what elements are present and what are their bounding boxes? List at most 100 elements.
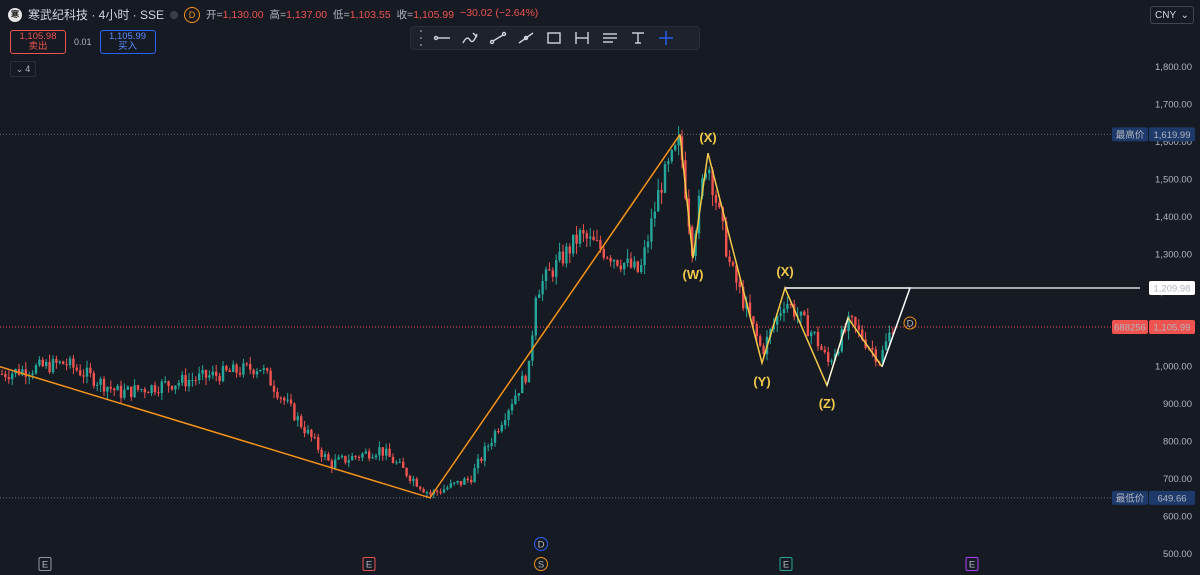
orange-trend-line[interactable] xyxy=(0,134,681,499)
candle-body xyxy=(215,371,218,376)
y-tick-label: 700.00 xyxy=(1163,474,1192,485)
candle-body xyxy=(337,457,340,460)
candle-body xyxy=(79,370,82,376)
candle-body xyxy=(504,419,507,426)
symbol-logo-icon[interactable]: 寒 xyxy=(8,7,22,22)
candle-body xyxy=(62,361,65,365)
level-price-tag-value: 1,209.98 xyxy=(1154,284,1191,295)
candle-body xyxy=(592,236,595,241)
dividend-badge[interactable]: D xyxy=(184,6,201,23)
ohlc-values: 开=1,130.00 高=1,137.00 低=1,103.55 收=1,105… xyxy=(206,7,538,22)
y-tick-label: 1,500.00 xyxy=(1155,174,1192,185)
indicator-count: 4 xyxy=(25,64,31,74)
indicators-toggle-button[interactable]: ⌄ 4 xyxy=(10,61,36,77)
y-tick-label: 800.00 xyxy=(1163,437,1192,448)
candle-body xyxy=(595,240,599,242)
candle-body xyxy=(181,375,184,383)
candle-body xyxy=(653,211,656,219)
candle-body xyxy=(541,281,544,295)
current-price-tag-label: 688256 xyxy=(1114,322,1146,333)
candle-body xyxy=(476,458,480,469)
candle-body xyxy=(334,459,337,468)
candle-body xyxy=(544,269,548,282)
y-tick-label: 500.00 xyxy=(1163,549,1192,560)
candle-body xyxy=(738,282,741,287)
wave-label: (W) xyxy=(683,267,704,282)
candle-body xyxy=(306,429,310,434)
candle-body xyxy=(116,385,119,391)
symbol-title[interactable]: 寒武纪科技 · 4小时 · SSE xyxy=(28,6,164,23)
candle-body xyxy=(357,456,361,458)
candle-body xyxy=(323,454,327,457)
candle-body xyxy=(398,461,401,463)
candle-body xyxy=(419,486,422,490)
candle-body xyxy=(493,431,497,443)
end-badge-text: D xyxy=(907,319,914,330)
candle-body xyxy=(463,478,466,485)
candle-body xyxy=(755,324,758,337)
candle-body xyxy=(646,241,650,248)
line-icon[interactable] xyxy=(515,28,537,48)
price-range-icon[interactable] xyxy=(571,28,593,48)
candle-body xyxy=(228,370,231,372)
candle-body xyxy=(388,448,391,457)
candle-body xyxy=(286,399,289,401)
drawing-toolbar xyxy=(410,26,700,50)
candle-body xyxy=(466,478,469,480)
open-value: 1,130.00 xyxy=(222,9,264,21)
candle-body xyxy=(361,453,364,458)
horizontal-ray-icon[interactable] xyxy=(431,28,453,48)
current-price-tag: 688256 1,105.99 xyxy=(1112,319,1195,334)
candle-body xyxy=(510,404,514,411)
candle-body xyxy=(187,380,191,387)
candle-body xyxy=(279,397,282,399)
buy-button[interactable]: 1,105.99 买入 xyxy=(99,30,156,54)
candle-body xyxy=(255,371,259,375)
price-chart[interactable]: 1,800.001,700.001,600.001,500.001,400.00… xyxy=(0,0,1200,575)
buy-label: 买入 xyxy=(118,41,138,52)
candle-body xyxy=(113,388,116,391)
candle-body xyxy=(317,437,320,450)
candle-body xyxy=(262,368,265,370)
candle-body xyxy=(160,381,163,394)
candle-body xyxy=(106,386,109,392)
candle-body xyxy=(500,425,503,432)
sell-button[interactable]: 1,105.98 卖出 xyxy=(10,30,66,54)
symbol-header: 寒 寒武纪科技 · 4小时 · SSE D 开=1,130.00 高=1,137… xyxy=(8,6,538,23)
candle-body xyxy=(643,247,646,266)
candle-body xyxy=(238,372,242,375)
text-icon[interactable] xyxy=(627,28,649,48)
candle-body xyxy=(619,265,622,270)
candle-body xyxy=(170,385,174,390)
trend-line-icon[interactable] xyxy=(487,28,509,48)
rectangle-icon[interactable] xyxy=(543,28,565,48)
crosshair-icon[interactable] xyxy=(655,28,677,48)
grip-handle-icon[interactable] xyxy=(417,30,425,46)
candle-body xyxy=(65,364,68,366)
candle-body xyxy=(480,458,483,461)
candle-body xyxy=(266,368,269,371)
candle-body xyxy=(147,392,150,394)
candle-body xyxy=(888,332,891,342)
candle-body xyxy=(283,397,286,401)
candle-body xyxy=(300,416,303,428)
candle-body xyxy=(225,366,228,371)
candle-body xyxy=(344,455,347,463)
currency-select[interactable]: CNY ⌄ xyxy=(1150,6,1194,24)
candle-body xyxy=(221,366,225,382)
candle-body xyxy=(453,482,456,484)
y-tick-label: 600.00 xyxy=(1163,512,1192,523)
open-label: 开= xyxy=(206,9,223,21)
brush-icon[interactable] xyxy=(459,28,481,48)
candle-body xyxy=(517,393,520,396)
candle-body xyxy=(820,346,823,350)
event-marker-label: E xyxy=(783,560,789,571)
chevron-down-icon: ⌄ xyxy=(1180,9,1189,21)
candle-body xyxy=(249,364,252,370)
candle-body xyxy=(670,150,673,162)
event-marker-label: D xyxy=(538,540,545,551)
candle-body xyxy=(827,352,830,362)
candle-body xyxy=(293,403,296,421)
candle-body xyxy=(364,451,367,454)
text-lines-icon[interactable] xyxy=(599,28,621,48)
